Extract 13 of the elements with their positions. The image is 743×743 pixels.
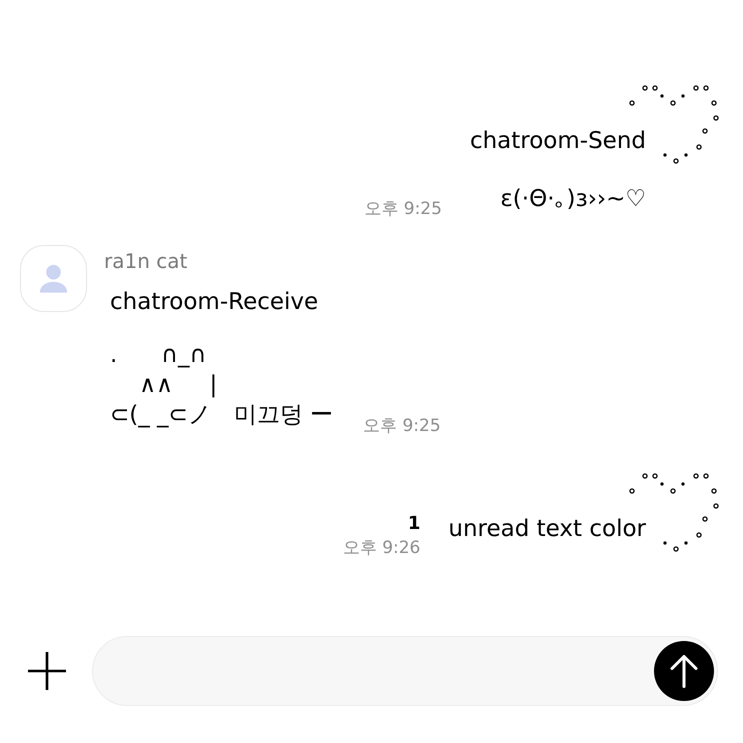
- message-text: chatroom-Receive: [110, 288, 318, 317]
- message-text: unread text color: [448, 515, 646, 544]
- message-time: 오후 9:25: [363, 415, 441, 437]
- message-text: ɛ(·Θ·｡)ɜ››~♡: [500, 185, 646, 214]
- message-time: 오후 9:26: [342, 537, 420, 559]
- sender-name: ra1n cat: [104, 248, 188, 274]
- plus-icon[interactable]: [28, 652, 66, 690]
- arrow-up-icon: [670, 654, 698, 688]
- message-text: . ∩_∩ ∧∧ | ⊂(_ _⊂ノ 미끄덩 ー: [110, 341, 334, 430]
- message-time: 오후 9:25: [364, 198, 442, 220]
- unread-count: 1: [408, 512, 420, 536]
- message-text: chatroom-Send: [470, 127, 646, 156]
- send-button[interactable]: [654, 641, 714, 701]
